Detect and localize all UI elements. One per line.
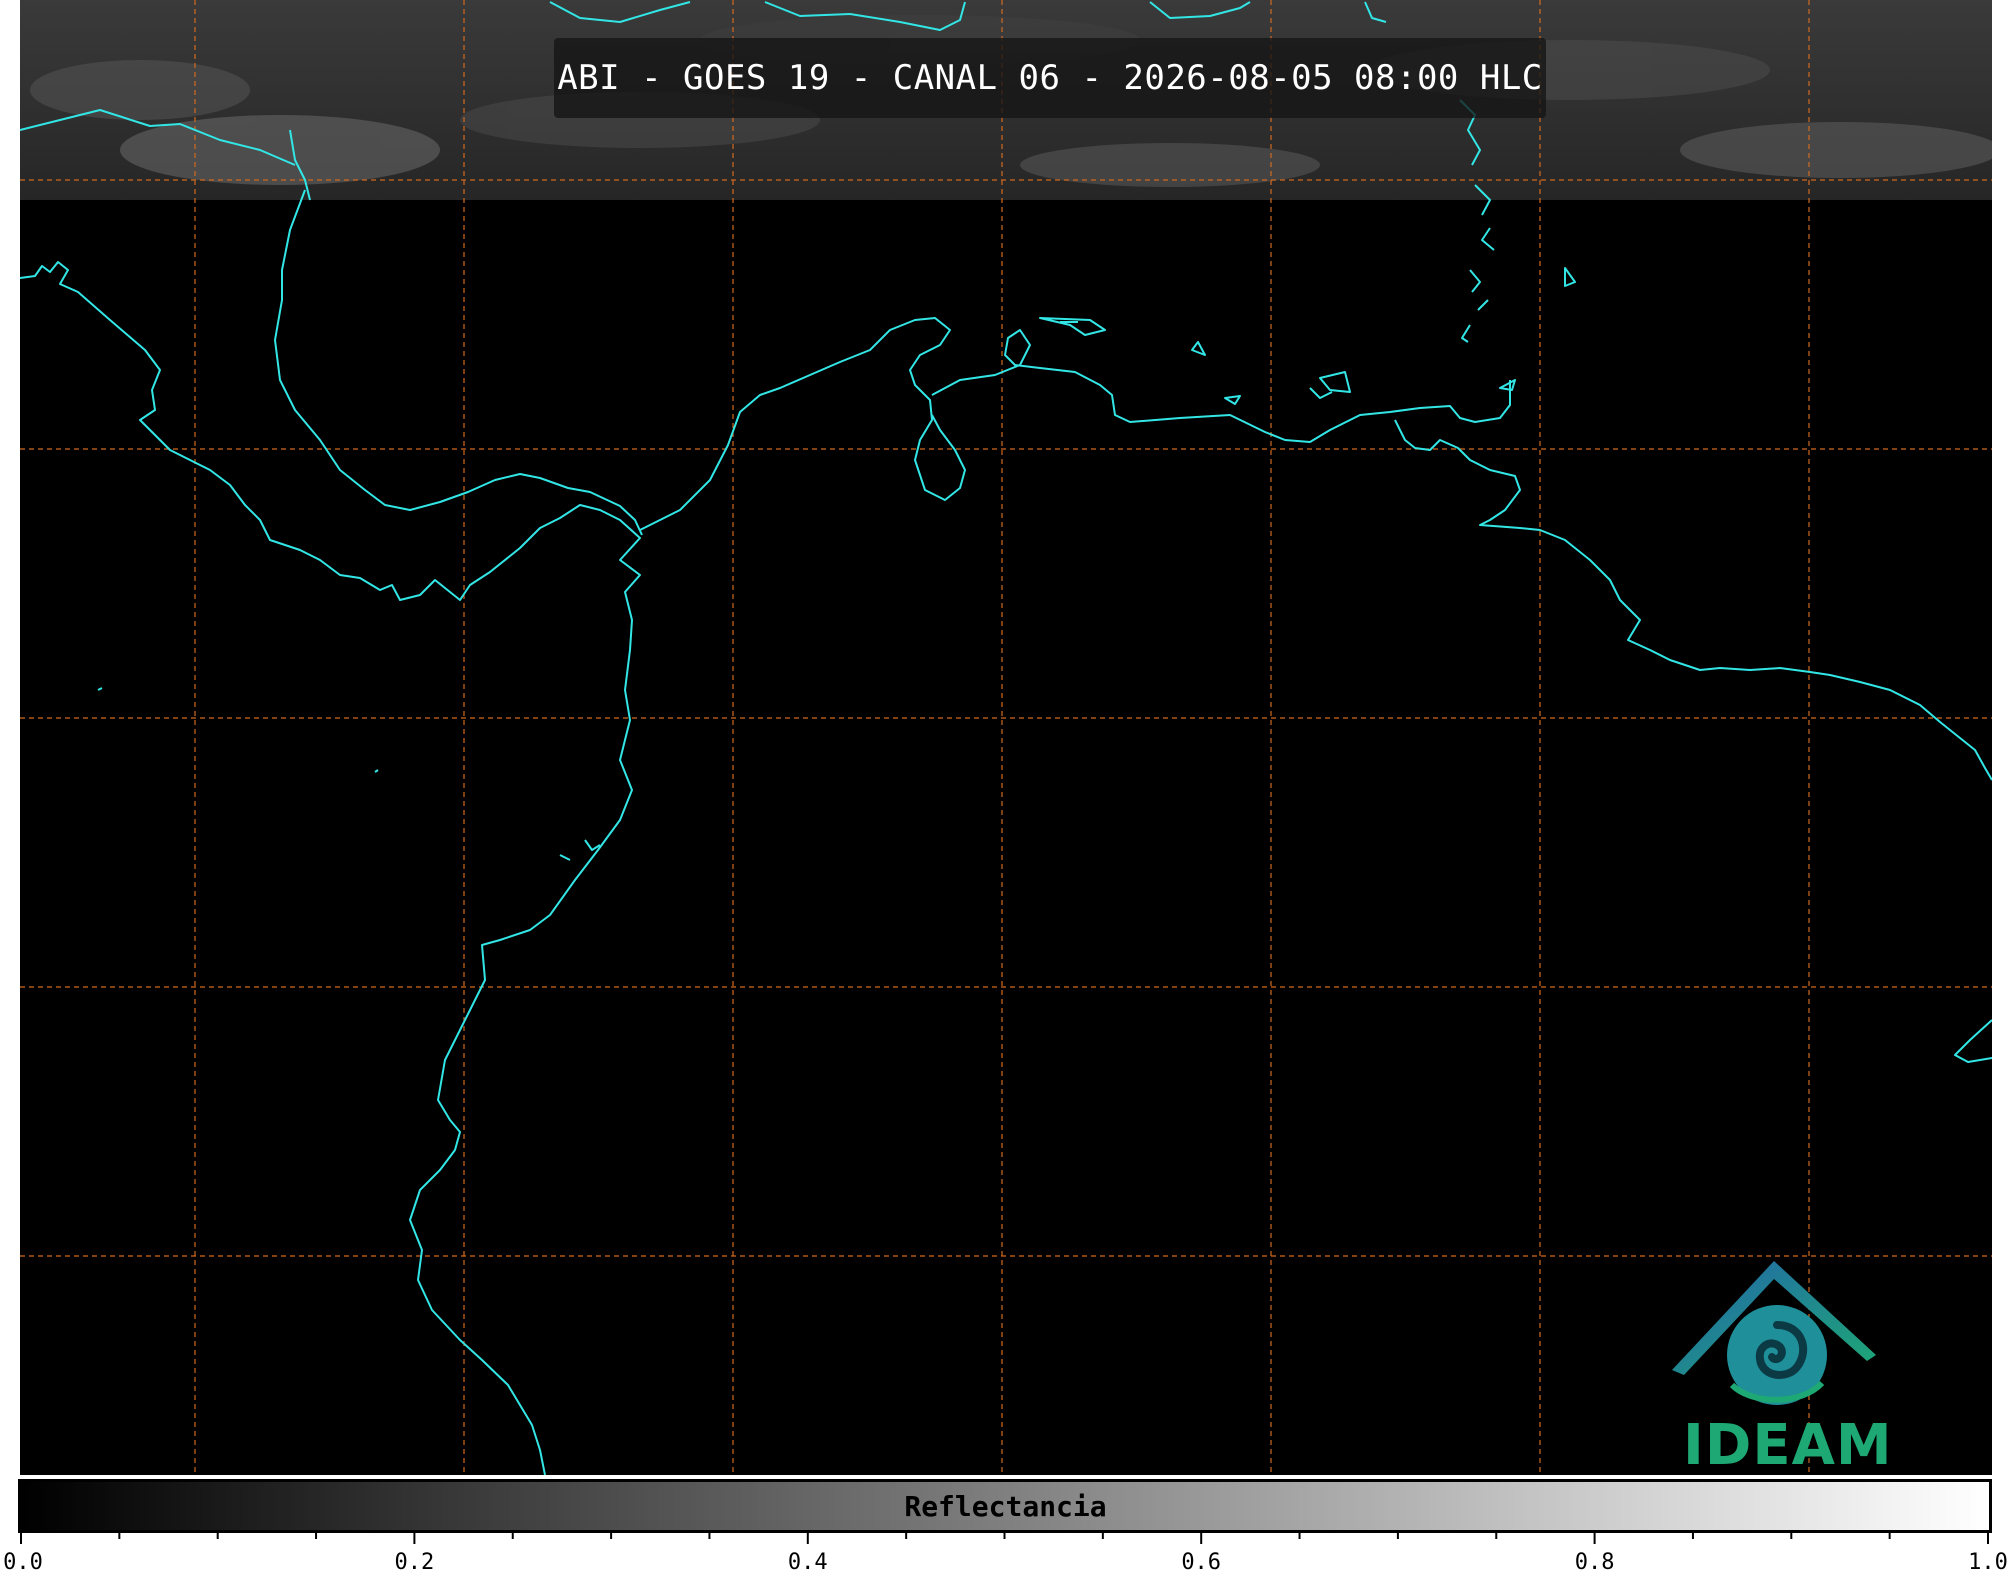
- map-canvas: [20, 0, 1992, 1475]
- satellite-map[interactable]: ABI - GOES 19 - CANAL 06 - 2026-08-05 08…: [20, 0, 1992, 1475]
- colorbar-tick-label: 0.4: [787, 1550, 828, 1575]
- colorbar-tick-label: 0.2: [394, 1550, 435, 1575]
- colorbar-ticks: [20, 1530, 1989, 1544]
- colorbar-tick-label: 0.0: [3, 1550, 43, 1575]
- colorbar-tick-label: 0.6: [1181, 1550, 1222, 1575]
- map-title: ABI - GOES 19 - CANAL 06 - 2026-08-05 08…: [554, 38, 1546, 118]
- logo-wordmark: IDEAM: [1683, 1413, 1893, 1475]
- colorbar-tick-label: 0.8: [1574, 1550, 1615, 1575]
- colorbar: [18, 1479, 1992, 1533]
- graticule: [20, 0, 1992, 1475]
- colorbar-tick-label: 1.0: [1968, 1550, 2008, 1575]
